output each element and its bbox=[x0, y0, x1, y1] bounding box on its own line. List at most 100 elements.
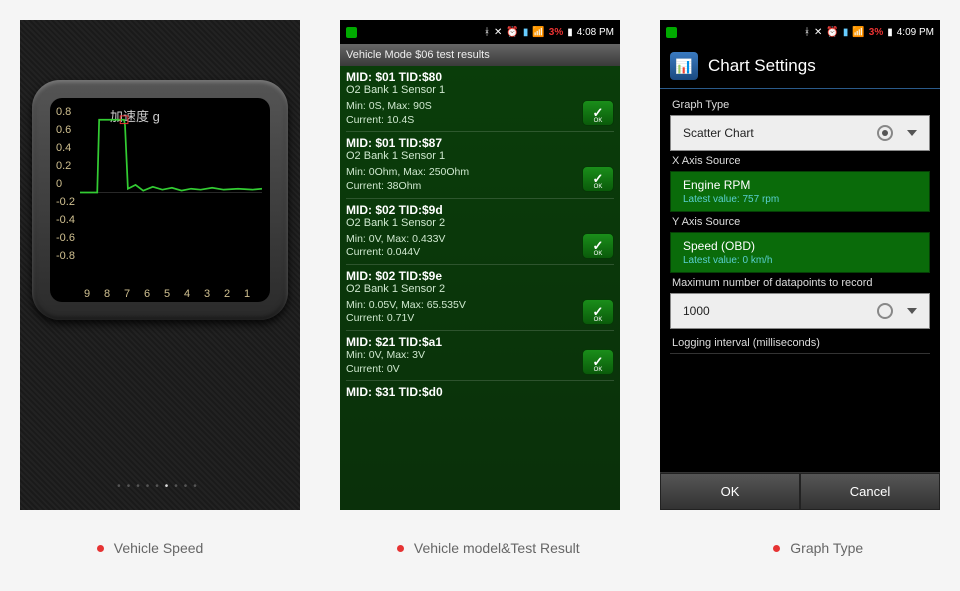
graph-type-spinner[interactable]: Scatter Chart bbox=[670, 115, 930, 151]
test-sensor: O2 Bank 1 Sensor 2 bbox=[346, 217, 614, 229]
bullet-icon bbox=[97, 545, 104, 552]
test-values: Min: 0S, Max: 90SCurrent: 10.4S bbox=[346, 100, 432, 127]
test-mid-tid: MID: $02 TID:$9e bbox=[346, 269, 614, 283]
status-bar: ᚼ ✕ ⏰ ▮ 📶 3% ▮ 4:09 PM bbox=[660, 20, 940, 44]
settings-title: Chart Settings bbox=[708, 56, 816, 76]
page-indicator[interactable]: ••••••••• bbox=[20, 481, 300, 492]
x-axis-spinner[interactable]: Engine RPM Latest value: 757 rpm bbox=[670, 171, 930, 212]
phone-chart-settings: ᚼ ✕ ⏰ ▮ 📶 3% ▮ 4:09 PM 📊 Chart Settings … bbox=[660, 20, 940, 510]
test-values: Min: 0Ohm, Max: 250OhmCurrent: 38Ohm bbox=[346, 166, 469, 193]
cancel-button[interactable]: Cancel bbox=[800, 473, 940, 510]
signal-icon: 📶 bbox=[532, 27, 544, 38]
test-ok-button[interactable]: OK bbox=[582, 299, 614, 325]
graph-type-label: Graph Type bbox=[672, 99, 928, 111]
x-tick: 6 bbox=[144, 288, 150, 300]
x-tick: 4 bbox=[184, 288, 190, 300]
test-result-item[interactable]: MID: $21 TID:$a1Min: 0V, Max: 3VCurrent:… bbox=[346, 335, 614, 381]
test-mid-tid: MID: $01 TID:$87 bbox=[346, 136, 614, 150]
screen-header: Vehicle Mode $06 test results bbox=[340, 44, 620, 66]
mute-icon: ✕ bbox=[814, 27, 822, 38]
y-tick: 0.8 bbox=[56, 106, 71, 118]
chevron-down-icon bbox=[907, 130, 917, 136]
x-axis-latest: Latest value: 757 rpm bbox=[683, 194, 779, 205]
chart-bezel: 加速度 g 0.8 0.6 0.4 0.2 0 -0.2 -0.4 -0.6 -… bbox=[32, 80, 288, 320]
max-datapoints-spinner[interactable]: 1000 bbox=[670, 293, 930, 329]
chart-line bbox=[80, 114, 262, 272]
alarm-icon: ⏰ bbox=[826, 27, 838, 38]
max-datapoints-label: Maximum number of datapoints to record bbox=[672, 277, 928, 289]
phone-vehicle-speed: 加速度 g 0.8 0.6 0.4 0.2 0 -0.2 -0.4 -0.6 -… bbox=[20, 20, 300, 510]
logging-interval-label: Logging interval (milliseconds) bbox=[672, 337, 928, 349]
settings-header: 📊 Chart Settings bbox=[660, 44, 940, 89]
radio-icon bbox=[877, 303, 893, 319]
sim-icon: ▮ bbox=[523, 27, 529, 38]
alarm-icon: ⏰ bbox=[506, 27, 518, 38]
mute-icon: ✕ bbox=[494, 27, 502, 38]
bullet-icon bbox=[397, 545, 404, 552]
test-mid-tid: MID: $21 TID:$a1 bbox=[346, 335, 614, 349]
test-mid-tid: MID: $02 TID:$9d bbox=[346, 203, 614, 217]
bullet-icon bbox=[773, 545, 780, 552]
x-axis-label: X Axis Source bbox=[672, 155, 928, 167]
test-values: Min: 0.05V, Max: 65.535VCurrent: 0.71V bbox=[346, 299, 466, 326]
test-result-item[interactable]: MID: $02 TID:$9eO2 Bank 1 Sensor 2 Min: 0… bbox=[346, 269, 614, 331]
test-sensor: O2 Bank 1 Sensor 2 bbox=[346, 283, 614, 295]
test-result-item[interactable]: MID: $01 TID:$80O2 Bank 1 Sensor 1 Min: 0… bbox=[346, 70, 614, 132]
app-icon: 📊 bbox=[670, 52, 698, 80]
test-mid-tid: MID: $31 TID:$d0 bbox=[346, 385, 614, 399]
x-tick: 3 bbox=[204, 288, 210, 300]
bluetooth-icon: ᚼ bbox=[484, 27, 490, 38]
test-result-item[interactable]: MID: $01 TID:$87O2 Bank 1 Sensor 1 Min: 0… bbox=[346, 136, 614, 198]
clock: 4:08 PM bbox=[577, 27, 614, 38]
battery-icon: ▮ bbox=[567, 27, 573, 38]
y-tick: -0.6 bbox=[56, 232, 75, 244]
radio-icon bbox=[877, 125, 893, 141]
caption-vehicle-speed: Vehicle Speed bbox=[97, 540, 204, 556]
y-tick: -0.8 bbox=[56, 250, 75, 262]
bluetooth-icon: ᚼ bbox=[804, 27, 810, 38]
y-axis-spinner[interactable]: Speed (OBD) Latest value: 0 km/h bbox=[670, 232, 930, 273]
status-bar: ᚼ ✕ ⏰ ▮ 📶 3% ▮ 4:08 PM bbox=[340, 20, 620, 44]
ok-button[interactable]: OK bbox=[660, 473, 800, 510]
y-axis-latest: Latest value: 0 km/h bbox=[683, 255, 773, 266]
x-tick: 5 bbox=[164, 288, 170, 300]
battery-icon: ▮ bbox=[887, 27, 893, 38]
battery-percent: 3% bbox=[549, 27, 563, 38]
x-tick: 8 bbox=[104, 288, 110, 300]
y-axis-label: Y Axis Source bbox=[672, 216, 928, 228]
acceleration-chart[interactable]: 加速度 g 0.8 0.6 0.4 0.2 0 -0.2 -0.4 -0.6 -… bbox=[50, 98, 270, 302]
test-sensor: O2 Bank 1 Sensor 1 bbox=[346, 150, 614, 162]
clock: 4:09 PM bbox=[897, 27, 934, 38]
test-sensor: O2 Bank 1 Sensor 1 bbox=[346, 84, 614, 96]
test-mid-tid: MID: $01 TID:$80 bbox=[346, 70, 614, 84]
battery-percent: 3% bbox=[869, 27, 883, 38]
y-tick: -0.2 bbox=[56, 196, 75, 208]
y-tick: 0.6 bbox=[56, 124, 71, 136]
chevron-down-icon bbox=[907, 308, 917, 314]
y-tick: -0.4 bbox=[56, 214, 75, 226]
test-ok-button[interactable]: OK bbox=[582, 100, 614, 126]
y-tick: 0 bbox=[56, 178, 62, 190]
test-ok-button[interactable]: OK bbox=[582, 233, 614, 259]
max-datapoints-value: 1000 bbox=[683, 304, 710, 318]
x-tick: 7 bbox=[124, 288, 130, 300]
phone-test-results: ᚼ ✕ ⏰ ▮ 📶 3% ▮ 4:08 PM Vehicle Mode $06 … bbox=[340, 20, 620, 510]
test-results-list[interactable]: MID: $01 TID:$80O2 Bank 1 Sensor 1Min: 0… bbox=[340, 66, 620, 510]
y-tick: 0.4 bbox=[56, 142, 71, 154]
x-tick: 2 bbox=[224, 288, 230, 300]
y-tick: 0.2 bbox=[56, 160, 71, 172]
obd-icon bbox=[666, 27, 677, 38]
y-axis-value: Speed (OBD) bbox=[683, 239, 755, 253]
test-ok-button[interactable]: OK bbox=[582, 166, 614, 192]
test-result-item[interactable]: MID: $02 TID:$9dO2 Bank 1 Sensor 2 Min: 0… bbox=[346, 203, 614, 265]
test-values: Min: 0V, Max: 3VCurrent: 0V bbox=[346, 349, 425, 376]
x-tick: 9 bbox=[84, 288, 90, 300]
test-values: Min: 0V, Max: 0.433VCurrent: 0.044V bbox=[346, 233, 445, 260]
obd-icon bbox=[346, 27, 357, 38]
caption-test-result: Vehicle model&Test Result bbox=[397, 540, 580, 556]
test-ok-button[interactable]: OK bbox=[582, 349, 614, 375]
sim-icon: ▮ bbox=[843, 27, 849, 38]
caption-graph-type: Graph Type bbox=[773, 540, 863, 556]
graph-type-value: Scatter Chart bbox=[683, 126, 754, 140]
test-result-item[interactable]: MID: $31 TID:$d0 bbox=[346, 385, 614, 399]
